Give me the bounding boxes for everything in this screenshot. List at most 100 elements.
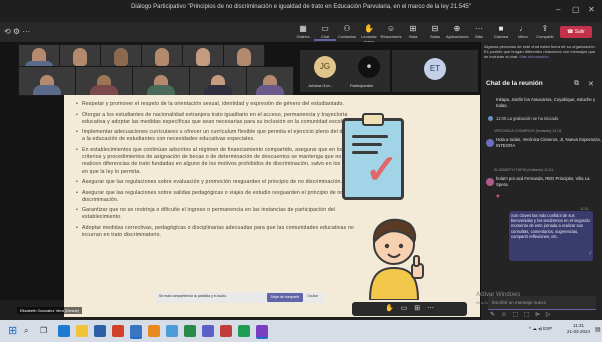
participant-video[interactable] — [182, 44, 224, 68]
slide-bullets: Respetar y promover el respeto de la ori… — [76, 101, 361, 243]
toolbar-more[interactable]: ··· Más — [468, 24, 490, 39]
participant-tile-et[interactable]: ET — [392, 50, 478, 92]
edge-browser-icon[interactable] — [58, 325, 70, 337]
chat-sender-meta: VERONICA CISNEROS (Invitado) 11:01 — [494, 129, 562, 133]
participant-video[interactable] — [75, 66, 133, 96]
apps-icon: ⊕ — [453, 24, 461, 33]
toolbar-gallery[interactable]: ▦ Galería — [292, 24, 314, 39]
slide-bullet: Garantizar que no se restrinja o dificul… — [76, 207, 361, 221]
outlook-icon[interactable] — [130, 325, 142, 339]
powerpoint-icon[interactable] — [112, 325, 124, 337]
toolbar-people[interactable]: ⚇ Contactos — [336, 24, 358, 39]
acrobat-icon[interactable] — [220, 325, 232, 337]
taskbar-clock[interactable]: 11:31 21-03-2024 — [567, 323, 590, 335]
panel-title: Chat de la reunión — [486, 80, 543, 87]
clock-date: 21-03-2024 — [567, 329, 591, 334]
meeting-left-controls[interactable]: ⟲ ⚙ ··· — [4, 27, 30, 36]
slide-bullet: Asegurar que las regulaciones sobre sali… — [76, 190, 361, 204]
participant-video[interactable] — [18, 44, 60, 68]
participant-video[interactable] — [246, 66, 294, 96]
whatsapp-icon[interactable] — [238, 325, 250, 337]
mic-icon: ♩ — [519, 24, 527, 33]
avatar — [486, 178, 494, 186]
view-icon: ⊞ — [409, 24, 417, 33]
participant-video[interactable] — [18, 66, 76, 96]
more-icon: ··· — [475, 24, 483, 33]
search-icon[interactable]: ⌕ — [24, 326, 28, 336]
chat-message: Hola a todas, Verónica Cisneros, JI, Nue… — [496, 137, 601, 148]
avatar-et: ET — [424, 58, 446, 80]
maximize-button[interactable]: ▢ — [572, 5, 580, 14]
recording-icon — [488, 116, 493, 122]
chrome-icon[interactable] — [166, 325, 178, 337]
taskbar — [0, 320, 602, 342]
toolbar-camera[interactable]: ■ Cámara — [490, 24, 512, 39]
cartoon-thumbs-up-illustration — [368, 218, 424, 300]
word-icon[interactable] — [94, 325, 106, 337]
participant-video[interactable] — [132, 66, 190, 96]
participants-label: Participantes — [350, 83, 374, 88]
compose-toolbar[interactable]: ✎ ☺ ⬚ ⬚ ⊳ ▷ — [490, 311, 550, 318]
slide-bullet: Adoptar medidas correctivas, pedagógicas… — [76, 225, 361, 239]
chat-message: Inkapa, Jardín los Araucarios, Coyahique… — [496, 97, 596, 108]
grid-icon: ▦ — [299, 24, 307, 33]
toolbar-share[interactable]: ⇪ Compartir — [534, 24, 556, 39]
stop-sharing-button[interactable]: Dejar de compartir — [267, 293, 303, 302]
raise-hand-icon: ✋ — [364, 24, 374, 33]
windows-start-icon[interactable]: ⊞ — [8, 324, 17, 337]
rooms-icon: ⊟ — [431, 24, 439, 33]
participant-video[interactable] — [59, 44, 101, 68]
close-panel-icon[interactable]: ✕ — [588, 80, 594, 88]
presenter-name: Elizabeth Gonzalez Vera (Desde) — [17, 307, 83, 314]
chat-icon: ▭ — [321, 24, 329, 33]
heart-reaction-icon[interactable]: ♥ — [496, 194, 500, 200]
avatar-jg: JG — [314, 56, 336, 78]
task-view-icon[interactable]: ❐ — [40, 326, 47, 335]
toolbar-view[interactable]: ⊞ Vista — [402, 24, 424, 39]
camera-icon: ■ — [498, 24, 504, 33]
toolbar-chat[interactable]: ▭ Chat — [314, 24, 336, 41]
emoji-icon: ☺ — [386, 24, 396, 33]
slide-bullet: Respetar y promover el respeto de la ori… — [76, 101, 361, 108]
toolbar-raise-hand[interactable]: ✋Levantar mano — [358, 24, 380, 44]
participant-video[interactable] — [189, 66, 247, 96]
participant-video[interactable] — [100, 44, 142, 68]
notifications-icon[interactable]: ▤ — [595, 326, 601, 333]
chat-compose-input[interactable]: Escribir un mensaje nuevo — [488, 296, 596, 310]
clipboard-clip — [362, 113, 384, 126]
popout-icon[interactable]: ⧉ — [574, 80, 579, 88]
slide-bullet: Asegurar que las regulaciones sobre eval… — [76, 179, 361, 186]
toolbar-apps[interactable]: ⊕ Aplicaciones — [446, 24, 468, 39]
more-info-link[interactable]: Más información — [519, 54, 548, 59]
chat-message: hola!!! por acá Fernanda, RED Principito… — [496, 176, 590, 187]
participant-name: Johana Gon... — [308, 83, 334, 88]
close-button[interactable]: ✕ — [588, 5, 595, 14]
checkmark-icon: ✓ — [365, 148, 399, 192]
people-icon: ⚇ — [343, 24, 351, 33]
system-tray[interactable]: ^ ☁ ◂) ESP — [529, 326, 552, 332]
teams-icon[interactable] — [202, 325, 214, 337]
excel-icon[interactable] — [184, 325, 196, 337]
file-explorer-icon[interactable] — [76, 325, 88, 337]
share-icon: ⇪ — [541, 24, 549, 33]
teams-meeting-icon[interactable] — [256, 325, 268, 339]
avatar — [486, 139, 494, 147]
avatar-participant: ⚉ — [358, 56, 380, 78]
toolbar-mic[interactable]: ♩ Micro — [512, 24, 534, 39]
hide-share-bar-link[interactable]: Ocultar — [307, 294, 318, 298]
slide-bullet: Otorgar a los estudiantes de nacionalida… — [76, 112, 361, 126]
own-chat-message: Son claves las más confidol de sus bienv… — [509, 211, 593, 261]
participant-video[interactable] — [141, 44, 183, 68]
screen-share-bar: Se está compartiendo la pantalla y el au… — [155, 292, 325, 303]
toolbar-rooms[interactable]: ⊟ Salas — [424, 24, 446, 39]
leave-button[interactable]: ☎ Salir — [560, 26, 592, 38]
participant-video[interactable] — [223, 44, 265, 68]
toolbar-reactions[interactable]: ☺ Reacciones — [380, 24, 402, 39]
external-chat-notice: Algunas personas de este chat están fuer… — [484, 44, 596, 59]
app-icon[interactable] — [148, 325, 160, 337]
window-title: Diálogo Participativo "Principios de no … — [131, 4, 471, 10]
slide-bullet: Implementar adecuaciones curriculares u … — [76, 129, 361, 143]
minimize-button[interactable]: – — [556, 5, 560, 14]
participant-tile-johana[interactable]: JG Johana Gon... ⚉ Participantes — [300, 50, 390, 92]
meeting-mini-controls[interactable]: ✋ ▭ ⊞ ⋯ — [352, 302, 467, 316]
